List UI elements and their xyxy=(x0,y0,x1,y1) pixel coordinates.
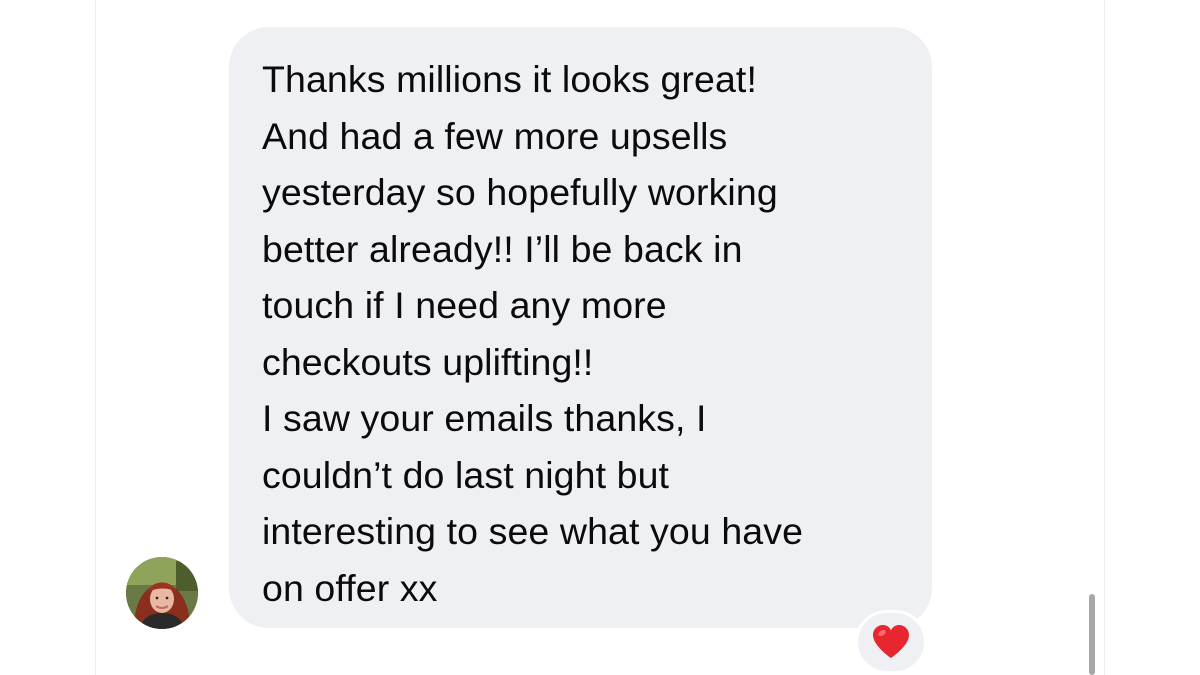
chat-view: Thanks millions it looks great! And had … xyxy=(0,0,1200,675)
scrollbar-thumb[interactable] xyxy=(1089,594,1095,675)
message-line: couldn’t do last night but xyxy=(262,453,670,496)
message-line: better already!! I’ll be back in xyxy=(262,227,743,270)
message-line: Thanks millions it looks great! xyxy=(262,58,757,100)
incoming-message-row: Thanks millions it looks great! And had … xyxy=(0,0,1200,675)
message-line: I saw your emails thanks, I xyxy=(262,397,707,439)
message-line: on offer xx xyxy=(262,566,438,609)
message-text: Thanks millions it looks great! And had … xyxy=(262,51,922,616)
heart-icon xyxy=(873,625,909,658)
message-line: interesting to see what you have xyxy=(262,510,804,552)
sender-avatar[interactable] xyxy=(126,557,198,629)
message-line: And had a few more upsells xyxy=(262,114,728,157)
message-line: yesterday so hopefully working xyxy=(262,171,778,213)
message-line: touch if I need any more xyxy=(262,284,667,326)
reaction-badge[interactable] xyxy=(855,610,927,674)
message-line: checkouts uplifting!! xyxy=(262,340,594,383)
avatar-photo-icon xyxy=(126,557,198,629)
